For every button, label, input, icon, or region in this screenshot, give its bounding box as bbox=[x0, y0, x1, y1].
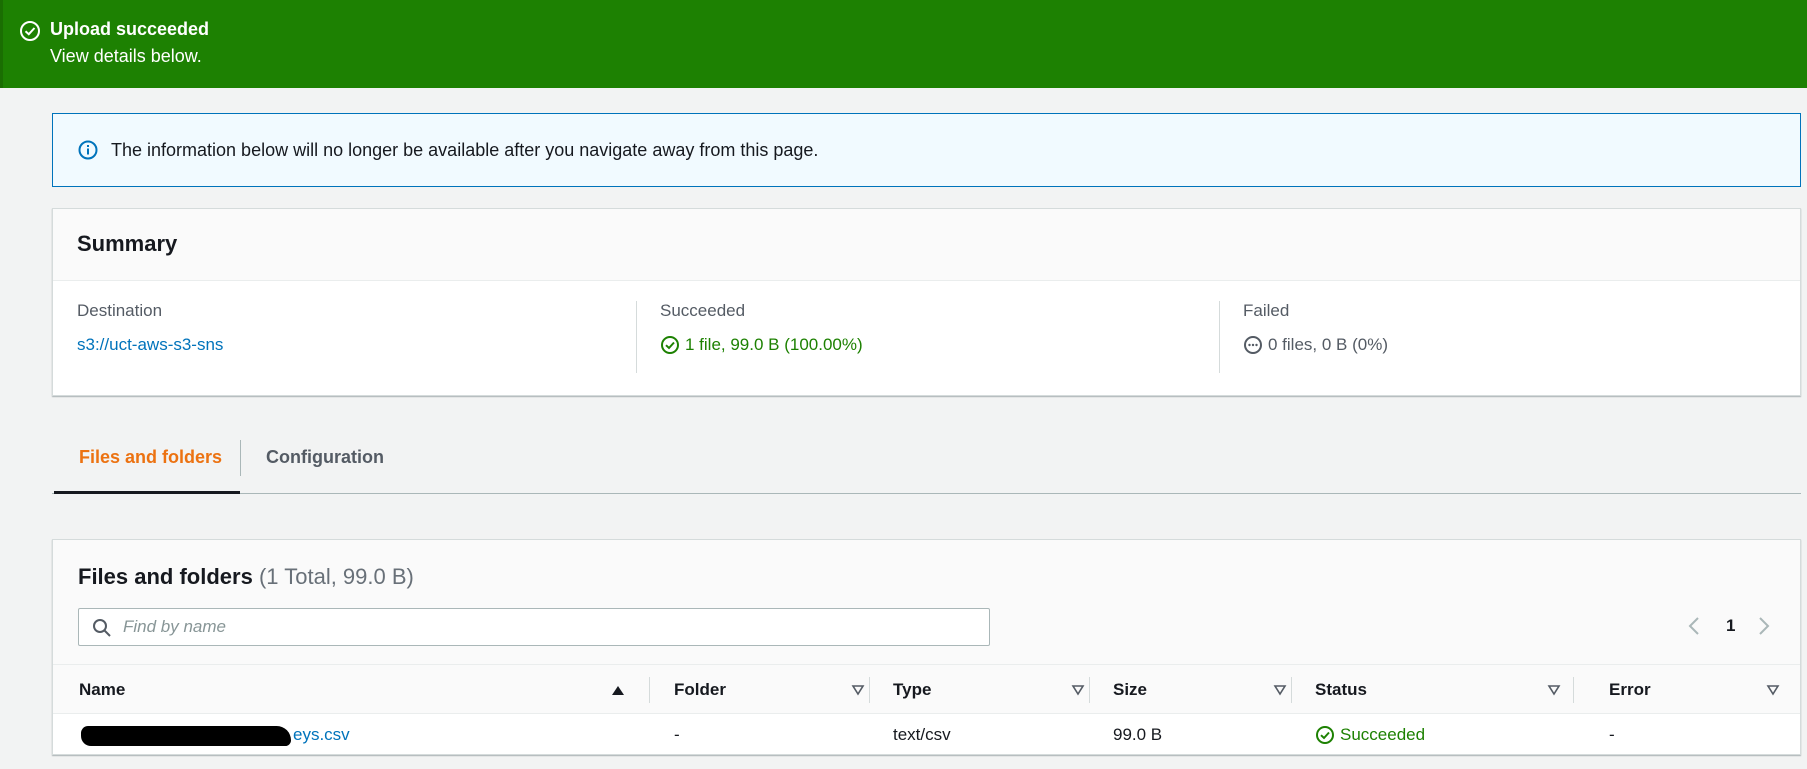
column-divider bbox=[1573, 677, 1574, 703]
check-circle-icon bbox=[20, 21, 40, 41]
banner-title: Upload succeeded bbox=[50, 19, 210, 39]
column-divider bbox=[636, 301, 637, 373]
cell-type: text/csv bbox=[893, 725, 951, 744]
check-circle-icon bbox=[1316, 726, 1334, 744]
files-header: Files and folders (1 Total, 99.0 B) 1 bbox=[53, 540, 1800, 664]
tab-files-and-folders[interactable]: Files and folders bbox=[54, 436, 240, 494]
table-row: eys.csv - text/csv 99.0 B Succeeded - bbox=[53, 714, 1800, 756]
column-header-folder[interactable]: Folder bbox=[674, 665, 726, 715]
search-input[interactable] bbox=[123, 613, 973, 641]
redaction-mark bbox=[81, 726, 291, 746]
info-message: The information below will no longer be … bbox=[111, 140, 819, 160]
destination-label: Destination bbox=[77, 301, 163, 320]
files-title-text: Files and folders bbox=[78, 564, 253, 589]
sort-icon[interactable] bbox=[1273, 683, 1287, 697]
sort-ascending-icon[interactable] bbox=[611, 683, 625, 697]
files-count: (1 Total, 99.0 B) bbox=[258, 564, 414, 589]
banner-subtitle: View details below. bbox=[50, 46, 202, 66]
chevron-left-icon[interactable] bbox=[1683, 611, 1705, 641]
files-title: Files and folders (1 Total, 99.0 B) bbox=[78, 564, 414, 590]
column-divider bbox=[869, 677, 870, 703]
sort-icon[interactable] bbox=[1071, 683, 1085, 697]
column-divider bbox=[1089, 677, 1090, 703]
table-header: Name Folder Type Size Status Error bbox=[53, 664, 1800, 714]
summary-panel: Summary Destination s3://uct-aws-s3-sns … bbox=[52, 208, 1801, 396]
upload-success-banner: Upload succeeded View details below. bbox=[0, 0, 1807, 88]
info-icon bbox=[78, 140, 98, 160]
destination-link[interactable]: s3://uct-aws-s3-sns bbox=[77, 335, 223, 355]
files-panel: Files and folders (1 Total, 99.0 B) 1 Na… bbox=[52, 539, 1801, 755]
column-header-type[interactable]: Type bbox=[893, 665, 931, 715]
column-header-error[interactable]: Error bbox=[1609, 665, 1651, 715]
cell-error: - bbox=[1609, 725, 1615, 744]
column-header-name[interactable]: Name bbox=[79, 665, 125, 715]
column-divider bbox=[649, 677, 650, 703]
search-icon bbox=[93, 619, 111, 637]
cell-size: 99.0 B bbox=[1113, 725, 1163, 744]
sort-icon[interactable] bbox=[851, 683, 865, 697]
sort-icon[interactable] bbox=[1766, 683, 1780, 697]
destination-column: Destination s3://uct-aws-s3-sns bbox=[77, 301, 617, 373]
column-header-size[interactable]: Size bbox=[1113, 665, 1147, 715]
status-text: Succeeded bbox=[1340, 725, 1426, 744]
succeeded-label: Succeeded bbox=[660, 301, 746, 320]
tab-divider bbox=[240, 440, 241, 476]
check-circle-icon bbox=[661, 336, 679, 354]
tab-bar: Files and folders Configuration bbox=[52, 436, 1801, 494]
column-divider bbox=[1291, 677, 1292, 703]
succeeded-value: 1 file, 99.0 B (100.00%) bbox=[685, 335, 863, 354]
failed-column: Failed 0 files, 0 B (0%) bbox=[1243, 301, 1783, 373]
file-name-link[interactable]: eys.csv bbox=[293, 714, 350, 756]
chevron-right-icon[interactable] bbox=[1753, 611, 1775, 641]
info-alert: The information below will no longer be … bbox=[52, 113, 1801, 187]
page-number[interactable]: 1 bbox=[1726, 611, 1735, 641]
search-box bbox=[78, 608, 990, 646]
column-header-status[interactable]: Status bbox=[1315, 665, 1367, 715]
summary-header: Summary bbox=[53, 209, 1800, 281]
tab-configuration[interactable]: Configuration bbox=[266, 436, 384, 494]
failed-label: Failed bbox=[1243, 301, 1290, 320]
column-divider bbox=[1219, 301, 1220, 373]
cell-folder: - bbox=[674, 725, 680, 744]
summary-title: Summary bbox=[77, 231, 178, 256]
failed-value: 0 files, 0 B (0%) bbox=[1268, 335, 1388, 354]
succeeded-column: Succeeded 1 file, 99.0 B (100.00%) bbox=[660, 301, 1200, 373]
ellipsis-circle-icon bbox=[1244, 336, 1262, 354]
sort-icon[interactable] bbox=[1547, 683, 1561, 697]
cell-status: Succeeded bbox=[1315, 714, 1425, 756]
